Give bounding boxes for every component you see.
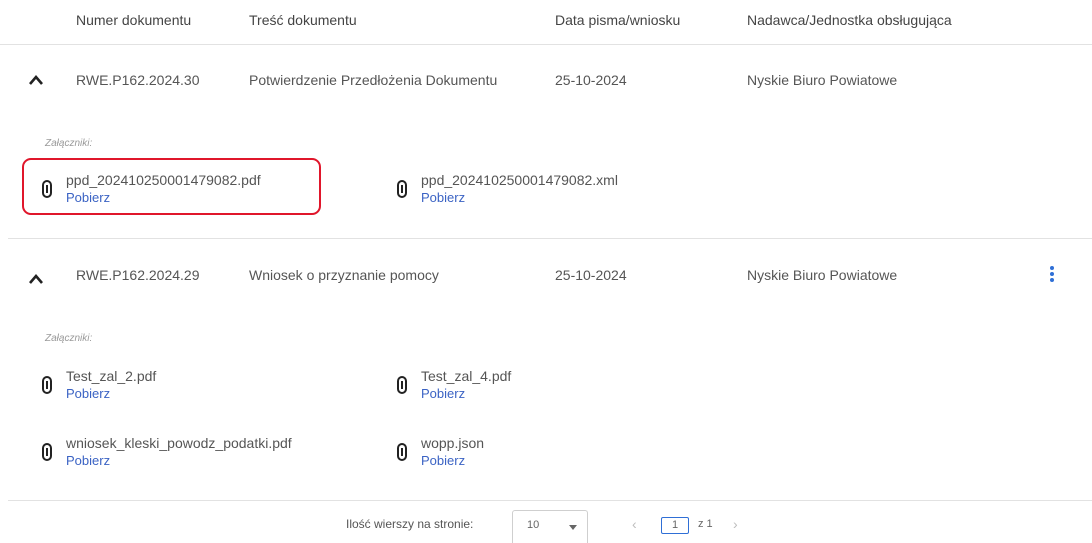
paperclip-icon <box>397 443 407 461</box>
attachment-filename: Test_zal_2.pdf <box>66 368 157 384</box>
paperclip-icon <box>397 376 407 394</box>
download-link[interactable]: Pobierz <box>66 453 110 468</box>
paperclip-icon <box>42 376 52 394</box>
table-header: Numer dokumentu Treść dokumentu Data pis… <box>0 0 1092 45</box>
column-header-content[interactable]: Treść dokumentu <box>249 12 357 28</box>
chevron-up-icon[interactable] <box>28 273 44 285</box>
chevron-up-icon[interactable] <box>28 74 44 86</box>
page-count: z 1 <box>698 518 713 530</box>
attachments-label: Załączniki: <box>45 333 93 344</box>
attachment-filename: ppd_202410250001479082.xml <box>421 172 618 188</box>
download-link[interactable]: Pobierz <box>66 386 110 401</box>
document-date: 25-10-2024 <box>555 267 627 283</box>
attachment-filename: wopp.json <box>421 435 485 451</box>
rows-per-page-value: 10 <box>527 519 540 531</box>
download-link[interactable]: Pobierz <box>421 453 465 468</box>
download-link[interactable]: Pobierz <box>421 386 465 401</box>
attachments-label: Załączniki: <box>45 138 93 149</box>
column-header-date[interactable]: Data pisma/wniosku <box>555 12 680 28</box>
paperclip-icon <box>397 180 407 198</box>
document-sender: Nyskie Biuro Powiatowe <box>747 267 898 283</box>
paperclip-icon <box>42 443 52 461</box>
caret-down-icon <box>569 525 577 530</box>
document-sender: Nyskie Biuro Powiatowe <box>747 72 898 88</box>
rows-per-page-select[interactable]: 10 <box>512 510 588 543</box>
current-page-input[interactable]: 1 <box>661 517 689 534</box>
more-options-icon[interactable] <box>1046 266 1058 284</box>
column-header-number[interactable]: Numer dokumentu <box>76 12 191 28</box>
column-header-sender[interactable]: Nadawca/Jednostka obsługująca <box>747 12 952 28</box>
next-page-icon[interactable]: › <box>733 516 738 532</box>
attachment-filename: wniosek_kleski_powodz_podatki.pdf <box>66 435 292 451</box>
highlight-box <box>22 158 321 215</box>
document-date: 25-10-2024 <box>555 72 627 88</box>
rows-per-page-label: Ilość wierszy na stronie: <box>346 517 474 531</box>
document-content: Wniosek o przyznanie pomocy <box>249 267 439 283</box>
attachment-filename: Test_zal_4.pdf <box>421 368 512 384</box>
row-divider <box>8 238 1092 239</box>
document-content: Potwierdzenie Przedłożenia Dokumentu <box>249 72 498 88</box>
document-number: RWE.P162.2024.29 <box>76 267 200 283</box>
download-link[interactable]: Pobierz <box>421 190 465 205</box>
previous-page-icon[interactable]: ‹ <box>632 516 637 532</box>
document-number: RWE.P162.2024.30 <box>76 72 200 88</box>
row-divider <box>8 500 1092 501</box>
